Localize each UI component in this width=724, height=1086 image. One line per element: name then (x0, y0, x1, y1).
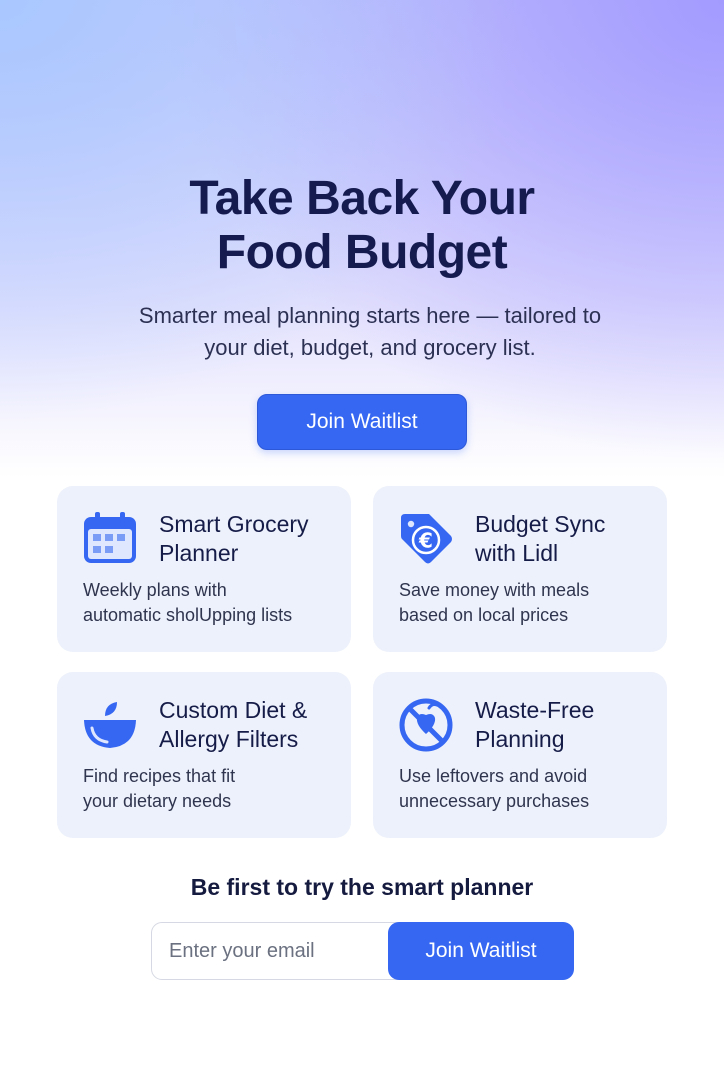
no-waste-icon (399, 698, 453, 752)
feature-card-smart-grocery: Smart Grocery Planner Weekly plans with … (57, 486, 351, 652)
hero-subtitle-line2: your diet, budget, and grocery list. (204, 335, 536, 360)
feature-title: Budget Sync with Lidl (475, 510, 661, 568)
feature-title: Custom Diet & Allergy Filters (159, 696, 345, 754)
feature-desc-line1: Weekly plans with (83, 580, 227, 600)
feature-card-waste-free: Waste-Free Planning Use leftovers and av… (373, 672, 667, 838)
feature-title-line1: Custom Diet & (159, 697, 308, 723)
apple-bowl-icon (83, 698, 137, 752)
signup-form: Join Waitlist (151, 922, 574, 980)
feature-description: Find recipes that fit your dietary needs (83, 764, 343, 814)
email-input[interactable] (152, 923, 389, 979)
feature-title-line2: with Lidl (475, 540, 559, 566)
feature-desc-line1: Save money with meals (399, 580, 590, 600)
feature-title-line1: Smart Grocery (159, 511, 309, 537)
feature-title-line1: Budget Sync (475, 511, 606, 537)
feature-desc-line1: Use leftovers and avoid (399, 766, 588, 786)
feature-description: Save money with meals based on local pri… (399, 578, 659, 628)
feature-card-budget-sync: € Budget Sync with Lidl Save money with … (373, 486, 667, 652)
hero-join-waitlist-button[interactable]: Join Waitlist (257, 394, 467, 450)
euro-price-tag-icon: € (399, 512, 453, 566)
svg-text:€: € (418, 529, 433, 553)
signup-join-waitlist-button[interactable]: Join Waitlist (388, 922, 574, 980)
feature-description: Weekly plans with automatic sholUpping l… (83, 578, 343, 628)
feature-desc-line2: based on local prices (399, 605, 569, 625)
signup-heading: Be first to try the smart planner (190, 874, 534, 900)
feature-title-line1: Waste-Free (475, 697, 595, 723)
feature-desc-line1: Find recipes that fit (83, 766, 236, 786)
calendar-icon (83, 512, 137, 566)
feature-desc-line2: automatic sholUpping lists (83, 605, 293, 625)
hero-title: Take Back Your Food Budget (0, 172, 724, 280)
hero-title-line1: Take Back Your (189, 172, 535, 225)
feature-title-line2: Planning (475, 726, 565, 752)
feature-title: Waste-Free Planning (475, 696, 661, 754)
hero-subtitle-line1: Smarter meal planning starts here — tail… (138, 303, 602, 328)
feature-card-diet-filters: Custom Diet & Allergy Filters Find recip… (57, 672, 351, 838)
feature-title: Smart Grocery Planner (159, 510, 345, 568)
feature-description: Use leftovers and avoid unnecessary purc… (399, 764, 659, 814)
feature-desc-line2: unnecessary purchases (399, 791, 590, 811)
feature-title-line2: Planner (159, 540, 239, 566)
feature-desc-line2: your dietary needs (83, 791, 232, 811)
feature-title-line2: Allergy Filters (159, 726, 299, 752)
hero-title-line2: Food Budget (216, 226, 508, 279)
hero-subtitle: Smarter meal planning starts here — tail… (110, 300, 630, 364)
